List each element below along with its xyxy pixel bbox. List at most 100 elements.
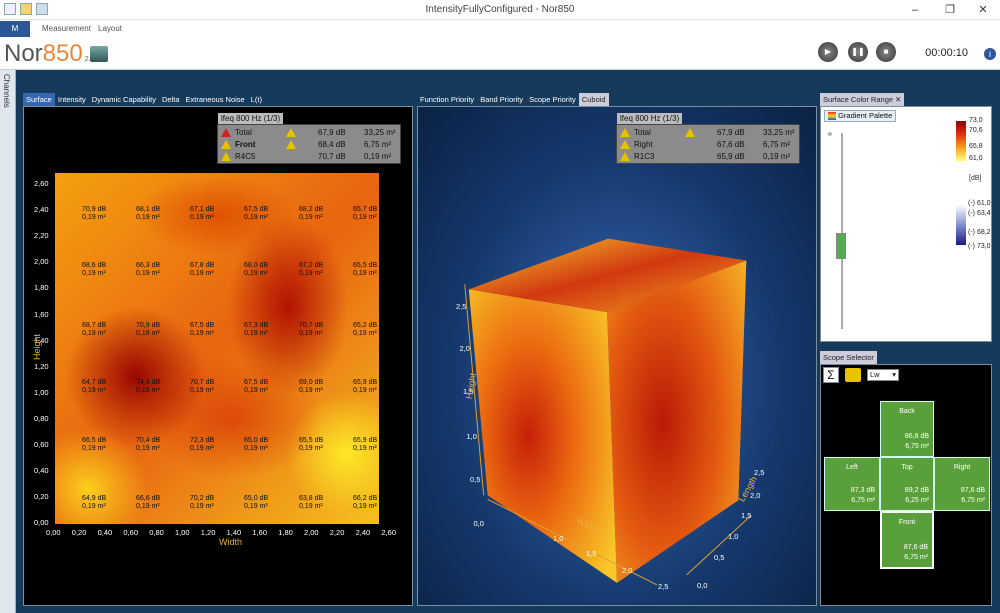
range-slider-track[interactable] <box>841 133 843 329</box>
tab-function-priority[interactable]: Function Priority <box>417 93 478 107</box>
scope-face-back[interactable]: Back 86,8 dB 6,75 m² <box>880 401 934 457</box>
y-tick-label: 0,00 <box>34 518 49 528</box>
window-title: IntensityFullyConfigured - Nor850 <box>425 4 575 15</box>
x-tick-label: 2,20 <box>329 528 345 537</box>
tab-scope-selector[interactable]: Scope Selector <box>820 351 877 365</box>
range-slider-thumb[interactable] <box>836 233 846 259</box>
height-tick-label: 2,5 <box>456 302 467 311</box>
left-panel-tabs: Surface Intensity Dynamic Capability Del… <box>23 93 265 107</box>
heatmap-cell-label: 64,7 dB 0,19 m² <box>82 379 106 395</box>
tab-surface-color-range[interactable]: Surface Color Range ✕ <box>820 93 905 107</box>
tab-surface[interactable]: Surface <box>23 93 55 107</box>
scale-unit: [dB] <box>969 175 982 182</box>
tab-delta[interactable]: Delta <box>159 93 183 107</box>
x-tick-label: 1,60 <box>252 528 267 537</box>
cuboid-right-face[interactable] <box>607 260 747 583</box>
tab-scope-priority[interactable]: Scope Priority <box>526 93 579 107</box>
cell-area: 0,19 m² <box>136 270 160 277</box>
cell-db: 65,9 dB <box>353 437 378 444</box>
scope-face-right[interactable]: Right 87,6 dB 6,75 m² <box>934 457 990 511</box>
width-tick-label: 1,5 <box>586 549 597 558</box>
y-axis-label: Height <box>32 333 43 361</box>
help-icon[interactable]: i <box>984 48 996 60</box>
cell-db: 68,0 dB <box>244 262 269 269</box>
cell-area: 0,19 m² <box>299 503 323 510</box>
cell-db: 68,1 dB <box>136 206 161 213</box>
tab-extraneous-noise[interactable]: Extraneous Noise <box>182 93 248 107</box>
y-tick-label: 0,40 <box>34 466 49 476</box>
length-tick-label: 0,5 <box>714 553 725 562</box>
face-area: 6,75 m² <box>851 497 875 504</box>
brush-icon[interactable] <box>845 368 861 382</box>
length-tick-label: 2,5 <box>754 468 765 477</box>
tab-dynamic-capability[interactable]: Dynamic Capability <box>88 93 159 107</box>
tab-lt[interactable]: L(t) <box>247 93 265 107</box>
gradient-palette-button[interactable]: Gradient Palette <box>824 110 897 122</box>
close-icon[interactable]: ✕ <box>895 95 901 104</box>
cell-area: 0,19 m² <box>136 387 160 394</box>
scope-face-front[interactable]: Front 87,6 dB 6,75 m² <box>880 511 934 569</box>
neg-scale-label: (-) 61,0 <box>968 200 991 207</box>
heatmap-cell-label: 68,0 dB 0,19 m² <box>244 262 268 278</box>
surface-heatmap[interactable] <box>55 173 379 524</box>
cell-area: 0,19 m² <box>299 214 323 221</box>
heatmap-cell-label: 67,3 dB 0,19 m² <box>244 322 268 338</box>
height-tick-label: 0,5 <box>470 475 481 484</box>
heatmap-cell-label: 67,8 dB 0,19 m² <box>190 262 214 278</box>
tab-measurement[interactable]: Measurement <box>42 24 91 33</box>
tab-cuboid[interactable]: Cuboid <box>578 93 609 107</box>
x-tick-label: 1,40 <box>226 528 242 537</box>
info-area: 33,25 m² <box>364 128 396 137</box>
restore-button[interactable]: ❐ <box>935 2 965 18</box>
tab-layout[interactable]: Layout <box>98 24 122 33</box>
cell-area: 0,19 m² <box>299 270 323 277</box>
chevron-down-icon: ▾ <box>892 370 896 379</box>
cuboid-3d-view[interactable] <box>418 107 816 605</box>
face-area: 6,75 m² <box>904 554 928 561</box>
file-menu-button[interactable]: M <box>0 21 30 37</box>
tab-intensity[interactable]: Intensity <box>54 93 89 107</box>
color-range-tabs: Surface Color Range ✕ <box>820 93 905 107</box>
warning-icon <box>286 128 296 137</box>
cell-db: 68,7 dB <box>82 322 107 329</box>
info-row-cell: R4C5 70,7 dB 0,19 m² <box>218 151 400 163</box>
length-tick-label: 1,5 <box>741 511 752 520</box>
scope-selector-tabs: Scope Selector <box>820 351 877 365</box>
scope-face-left[interactable]: Left 87,3 dB 6,75 m² <box>824 457 880 511</box>
scope-face-top[interactable]: Top 89,2 dB 6,25 m² <box>880 457 934 511</box>
y-tick-label: 0,80 <box>34 413 49 423</box>
y-tick-label: 1,20 <box>34 361 49 371</box>
heatmap-cell-label: 65,9 dB 0,19 m² <box>353 437 377 453</box>
surface-panel: lfeq 800 Hz (1/3) Total 67,9 dB 33,25 m²… <box>23 106 413 606</box>
cell-db: 72,3 dB <box>190 437 215 444</box>
height-tick-label: 2,0 <box>459 344 470 353</box>
cell-area: 0,19 m² <box>190 270 214 277</box>
cell-area: 0,19 m² <box>136 445 160 452</box>
link-icon[interactable]: ⚭ <box>826 129 834 140</box>
channels-sidebar[interactable]: Channels <box>0 70 16 613</box>
minimize-button[interactable]: – <box>900 2 930 18</box>
heatmap-cell-label: 70,9 dB 0,19 m² <box>82 206 106 222</box>
scale-label: 70,6 <box>969 127 983 134</box>
stop-icon[interactable]: ■ <box>876 42 896 62</box>
cell-db: 65,5 dB <box>353 262 378 269</box>
heatmap-cell-label: 66,2 dB 0,19 m² <box>353 495 377 511</box>
cell-db: 65,5 dB <box>299 437 324 444</box>
cell-area: 0,19 m² <box>353 387 377 394</box>
cell-area: 0,19 m² <box>82 330 106 337</box>
face-db: 86,8 dB <box>904 433 929 440</box>
close-window-button[interactable]: ✕ <box>968 2 998 18</box>
scope-dropdown[interactable]: Lw ▾ <box>867 369 899 381</box>
cuboid-front-face[interactable] <box>468 289 617 583</box>
neg-scale-label: (-) 73,0 <box>968 243 991 250</box>
cell-area: 0,19 m² <box>190 387 214 394</box>
heatmap-cell-label: 68,2 dB 0,19 m² <box>299 206 323 222</box>
palette-label: Gradient Palette <box>838 111 893 120</box>
sigma-icon[interactable]: Σ <box>823 367 839 383</box>
heatmap-cell-label: 72,3 dB 0,19 m² <box>190 437 214 453</box>
pause-icon[interactable]: ❚❚ <box>848 42 868 62</box>
tab-band-priority[interactable]: Band Priority <box>477 93 527 107</box>
heatmap-cell-label: 66,6 dB 0,19 m² <box>136 495 160 511</box>
play-icon[interactable]: ▶ <box>818 42 838 62</box>
x-tick-label: 2,40 <box>355 528 371 537</box>
